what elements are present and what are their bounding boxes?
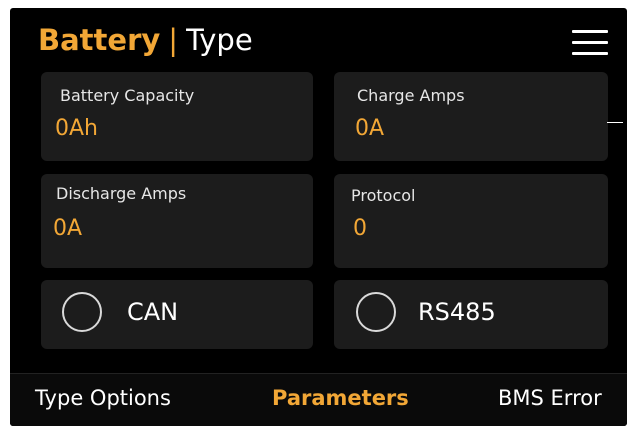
menu-bar [572,52,608,55]
bottom-tab-bar: Type Options Parameters BMS Error [10,373,627,426]
tab-parameters[interactable]: Parameters [272,386,409,410]
discharge-amps-label: Discharge Amps [56,184,187,203]
title-sub: Type [186,23,253,57]
discharge-amps-card[interactable]: Discharge Amps 0A [41,174,313,268]
can-option-label: CAN [127,298,179,326]
title-main: Battery [38,23,161,57]
rs485-option-label: RS485 [418,298,496,326]
hamburger-menu-icon[interactable] [572,28,608,56]
battery-capacity-label: Battery Capacity [60,86,195,105]
can-option[interactable]: CAN [41,280,313,349]
divider-line [607,122,623,123]
battery-capacity-card[interactable]: Battery Capacity 0Ah [41,72,313,161]
tab-type-options[interactable]: Type Options [35,386,171,410]
charge-amps-value: 0A [355,116,385,141]
charge-amps-label: Charge Amps [357,86,465,105]
radio-button-icon[interactable] [356,292,396,332]
menu-bar [572,41,608,44]
title-separator: | [168,23,179,57]
menu-bar [572,30,608,33]
charge-amps-card[interactable]: Charge Amps 0A [334,72,608,161]
radio-button-icon[interactable] [62,292,102,332]
protocol-card[interactable]: Protocol 0 [334,174,608,268]
protocol-value: 0 [353,216,367,241]
page-title: Battery | Type [38,18,253,62]
rs485-option[interactable]: RS485 [334,280,608,349]
battery-type-screen: Battery | Type Battery Capacity 0Ah Charge… [10,8,627,426]
battery-capacity-value: 0Ah [55,116,98,141]
tab-bms-error[interactable]: BMS Error [498,386,602,410]
protocol-label: Protocol [351,186,416,205]
discharge-amps-value: 0A [53,216,83,241]
